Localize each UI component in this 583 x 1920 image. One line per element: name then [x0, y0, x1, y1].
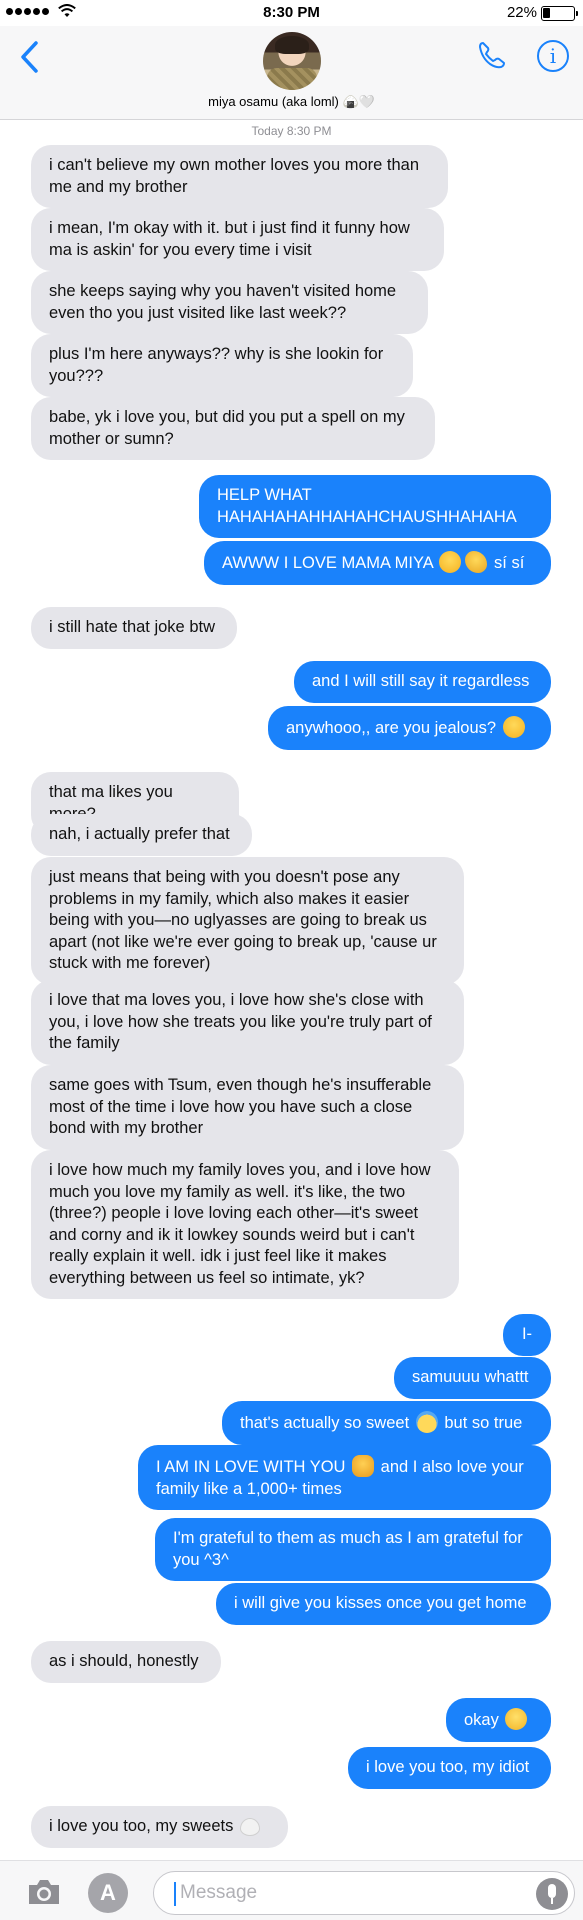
- sent-message[interactable]: I AM IN LOVE WITH YOU and I also love yo…: [138, 1445, 551, 1510]
- received-message[interactable]: i love how much my family loves you, and…: [31, 1150, 459, 1299]
- microphone-icon[interactable]: [536, 1878, 568, 1910]
- sent-message[interactable]: i love you too, my idiot: [348, 1747, 551, 1789]
- camera-icon[interactable]: [26, 1877, 62, 1907]
- white-heart-icon: [239, 1818, 260, 1836]
- received-message[interactable]: nah, i actually prefer that: [31, 814, 252, 856]
- conversation-timestamp: Today 8:30 PM: [251, 124, 332, 138]
- message-input[interactable]: Message: [153, 1871, 575, 1915]
- received-message[interactable]: plus I'm here anyways?? why is she looki…: [31, 334, 413, 397]
- received-message[interactable]: as i should, honestly: [31, 1641, 221, 1683]
- chevron-left-icon[interactable]: [18, 40, 40, 74]
- app-store-icon[interactable]: A: [88, 1873, 128, 1913]
- received-message[interactable]: i can't believe my own mother loves you …: [31, 145, 448, 208]
- status-time: 8:30 PM: [263, 4, 320, 21]
- fist-bump-icon: [352, 1455, 375, 1477]
- message-toolbar: A Message: [0, 1860, 583, 1920]
- contact-name[interactable]: miya osamu (aka loml) 🍙🤍: [0, 94, 583, 110]
- received-message[interactable]: same goes with Tsum, even though he's in…: [31, 1065, 464, 1150]
- received-message[interactable]: babe, yk i love you, but did you put a s…: [31, 397, 435, 460]
- conversation-header: miya osamu (aka loml) 🍙🤍 i: [0, 26, 583, 120]
- text-cursor: [174, 1882, 176, 1906]
- phone-icon[interactable]: [477, 40, 507, 70]
- received-message[interactable]: i love that ma loves you, i love how she…: [31, 980, 464, 1065]
- sent-message[interactable]: okay: [446, 1698, 551, 1742]
- sent-message[interactable]: AWWW I LOVE MAMA MIYA sí sí: [204, 541, 551, 585]
- message-placeholder: Message: [180, 1882, 258, 1903]
- sent-message[interactable]: anywhooo,, are you jealous?: [268, 706, 551, 750]
- ok-hand-icon: [465, 551, 488, 573]
- battery-icon: [541, 6, 578, 21]
- loudly-crying-face-icon: [415, 1411, 438, 1433]
- battery-percentage: 22%: [506, 4, 537, 21]
- received-message[interactable]: just means that being with you doesn't p…: [31, 857, 464, 985]
- received-message[interactable]: i love you too, my sweets: [31, 1806, 288, 1848]
- sent-message[interactable]: and I will still say it regardless: [294, 661, 551, 703]
- received-message[interactable]: i mean, I'm okay with it. but i just fin…: [31, 208, 444, 271]
- received-message[interactable]: she keeps saying why you haven't visited…: [31, 271, 428, 334]
- sent-message[interactable]: i will give you kisses once you get home: [216, 1583, 551, 1625]
- received-message[interactable]: i still hate that joke btw: [31, 607, 237, 649]
- contact-avatar[interactable]: [263, 32, 321, 90]
- sent-message[interactable]: I-: [503, 1314, 551, 1356]
- sent-message[interactable]: I'm grateful to them as much as I am gra…: [155, 1518, 551, 1581]
- kissing-face-icon: [439, 551, 462, 573]
- smirking-face-icon: [502, 716, 525, 738]
- sent-message[interactable]: that's actually so sweet but so true: [222, 1401, 551, 1445]
- sent-message[interactable]: samuuuu whattt: [394, 1357, 551, 1399]
- sent-message[interactable]: HELP WHAT HAHAHAHAHHAHAHCHAUSHHAHAHA: [199, 475, 551, 538]
- info-icon[interactable]: i: [537, 40, 569, 72]
- status-bar: 8:30 PM 22%: [0, 0, 583, 26]
- eye-roll-face-icon: [505, 1708, 528, 1730]
